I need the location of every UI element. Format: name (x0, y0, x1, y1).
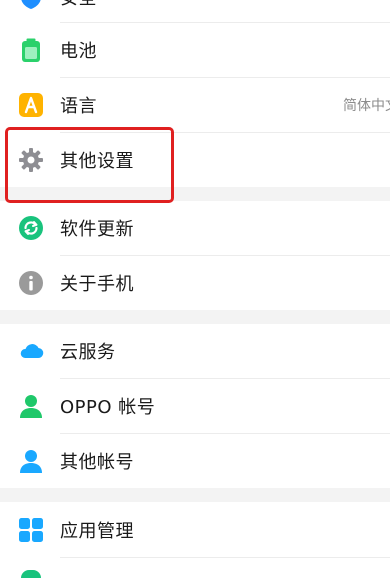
section-gap (0, 488, 390, 502)
language-icon (18, 92, 44, 118)
settings-item-other-settings[interactable]: 其他设置 (0, 133, 390, 187)
settings-item-label: 安全 (60, 0, 97, 10)
settings-item-label: 关于手机 (60, 274, 134, 295)
settings-item-oppo-account[interactable]: OPPO 帐号 (0, 379, 390, 433)
info-icon (18, 270, 44, 296)
user-icon (18, 448, 44, 474)
settings-item-label: 其他帐号 (60, 452, 134, 473)
settings-item-about-phone[interactable]: 关于手机 (0, 256, 390, 310)
user-icon (18, 393, 44, 419)
settings-item-security[interactable]: 安全 (0, 0, 390, 24)
shield-icon (18, 0, 44, 10)
app-grid-icon (18, 517, 44, 543)
settings-item-app-management[interactable]: 应用管理 (0, 503, 390, 557)
settings-item-battery[interactable]: 电池 (0, 23, 390, 77)
settings-item-label: OPPO 帐号 (60, 397, 156, 418)
refresh-icon (18, 215, 44, 241)
gear-icon (18, 147, 44, 173)
divider (60, 557, 390, 558)
cloud-icon (18, 338, 44, 364)
settings-list: 安全 电池 语言 简体中文 (0, 0, 390, 578)
settings-item-label: 语言 (60, 96, 97, 117)
settings-item-label: 其他设置 (60, 151, 134, 172)
settings-item-cloud-service[interactable]: 云服务 (0, 324, 390, 378)
battery-icon (18, 37, 44, 63)
settings-item-language[interactable]: 语言 简体中文 (0, 78, 390, 132)
language-value: 简体中文 (343, 98, 390, 114)
settings-item-software-update[interactable]: 软件更新 (0, 201, 390, 255)
settings-item-other-accounts[interactable]: 其他帐号 (0, 434, 390, 488)
settings-item-label: 软件更新 (60, 219, 134, 240)
settings-item-label: 应用管理 (60, 521, 134, 542)
settings-item-label: 云服务 (60, 342, 116, 363)
section-gap (0, 310, 390, 324)
settings-item-label: 电池 (60, 41, 97, 62)
section-gap (0, 187, 390, 201)
next-item-icon-peek (21, 570, 41, 578)
